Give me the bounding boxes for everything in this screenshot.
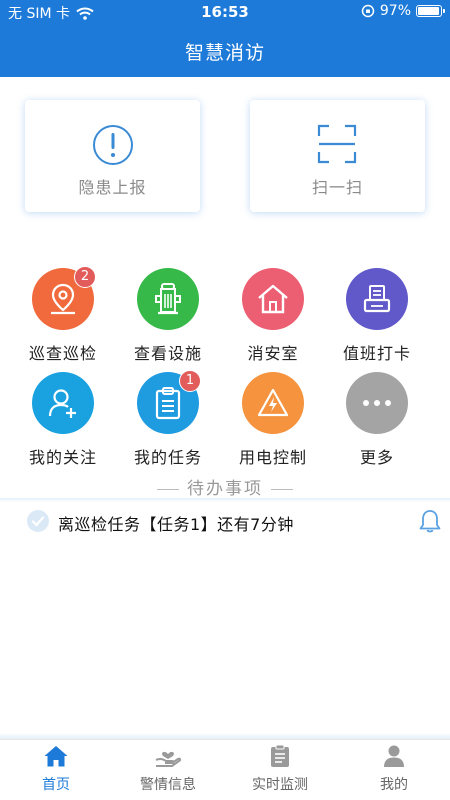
grid-icon-bg: 1	[137, 370, 201, 434]
scan-label: 扫一扫	[311, 178, 363, 197]
home-icon	[258, 284, 288, 314]
clipboard-icon	[155, 387, 181, 420]
grid-item-inspection[interactable]: 2 巡查巡检	[13, 266, 113, 364]
app-header: 无 SIM 卡 16:53 97% 智慧消访	[0, 0, 450, 77]
user-add-icon	[48, 389, 76, 418]
grid-item-power-control[interactable]: 用电控制	[223, 372, 323, 468]
battery-percent: 97%	[379, 3, 411, 19]
tab-monitor[interactable]: 实时监测	[224, 744, 336, 794]
tasks-badge: 1	[179, 370, 201, 392]
grid-item-my-follow[interactable]: 我的关注	[13, 372, 113, 468]
grid-label: 巡查巡检	[28, 344, 97, 363]
tab-profile-label: 我的	[380, 777, 408, 793]
grid-item-facilities[interactable]: 查看设施	[118, 268, 218, 364]
todo-item[interactable]: 离巡检任务【任务1】还有7分钟	[26, 508, 446, 538]
grid-label: 我的关注	[28, 448, 97, 467]
alert-hand-icon	[155, 751, 182, 767]
tab-alerts[interactable]: 警情信息	[112, 744, 224, 794]
title-dash-right	[271, 488, 293, 490]
inspection-badge: 2	[74, 266, 96, 288]
grid-label: 值班打卡	[342, 344, 411, 363]
grid-icon-bg	[346, 268, 408, 330]
tab-profile[interactable]: 我的	[338, 744, 450, 794]
more-icon	[363, 400, 391, 406]
status-right: 97%	[361, 3, 445, 19]
status-bar: 无 SIM 卡 16:53 97%	[0, 0, 450, 24]
scan-icon	[317, 124, 357, 164]
grid-item-more[interactable]: 更多	[327, 372, 427, 468]
exclamation-circle-icon	[93, 125, 133, 165]
orientation-lock-icon	[361, 4, 375, 18]
title-dash-left	[157, 488, 179, 490]
location-pin-icon	[51, 283, 75, 315]
check-circle-icon	[27, 510, 49, 532]
electric-warning-icon	[257, 388, 289, 417]
grid-icon-bg	[346, 372, 408, 434]
grid-label: 用电控制	[238, 448, 307, 467]
hazard-report-card[interactable]: 隐患上报	[25, 100, 200, 212]
scan-card[interactable]: 扫一扫	[250, 100, 425, 212]
bottom-tab-bar: 首页 警情信息 实时监测 我的	[0, 739, 450, 800]
clock-in-icon	[363, 285, 391, 313]
grid-item-fire-room[interactable]: 消安室	[223, 268, 323, 364]
tab-home-label: 首页	[42, 777, 70, 793]
user-icon	[384, 745, 404, 767]
grid-icon-bg: 2	[32, 266, 96, 330]
todo-divider	[0, 498, 450, 502]
page-title: 智慧消访	[184, 42, 265, 64]
battery-icon	[416, 5, 445, 17]
grid-item-duty-checkin[interactable]: 值班打卡	[327, 268, 427, 364]
tab-home[interactable]: 首页	[0, 744, 112, 794]
grid-icon-bg	[242, 268, 304, 330]
grid-icon-bg	[32, 372, 94, 434]
home-icon	[44, 746, 68, 767]
grid-icon-bg	[137, 268, 199, 330]
grid-label: 查看设施	[133, 344, 202, 363]
todo-title-text: 待办事项	[187, 479, 263, 499]
grid-label: 我的任务	[133, 448, 202, 467]
fire-hydrant-icon	[155, 283, 181, 315]
hazard-report-label: 隐患上报	[78, 178, 147, 197]
monitor-clipboard-icon	[271, 744, 289, 767]
tab-monitor-label: 实时监测	[252, 777, 308, 793]
grid-label: 更多	[359, 448, 394, 467]
grid-item-my-tasks[interactable]: 1 我的任务	[118, 370, 218, 468]
todo-item-text: 离巡检任务【任务1】还有7分钟	[58, 515, 294, 534]
battery-fill	[418, 7, 440, 15]
todo-section-title: 待办事项	[0, 474, 450, 499]
bell-icon[interactable]	[418, 508, 442, 534]
grid-label: 消安室	[247, 344, 299, 363]
tab-alerts-label: 警情信息	[140, 777, 196, 793]
grid-icon-bg	[242, 372, 304, 434]
